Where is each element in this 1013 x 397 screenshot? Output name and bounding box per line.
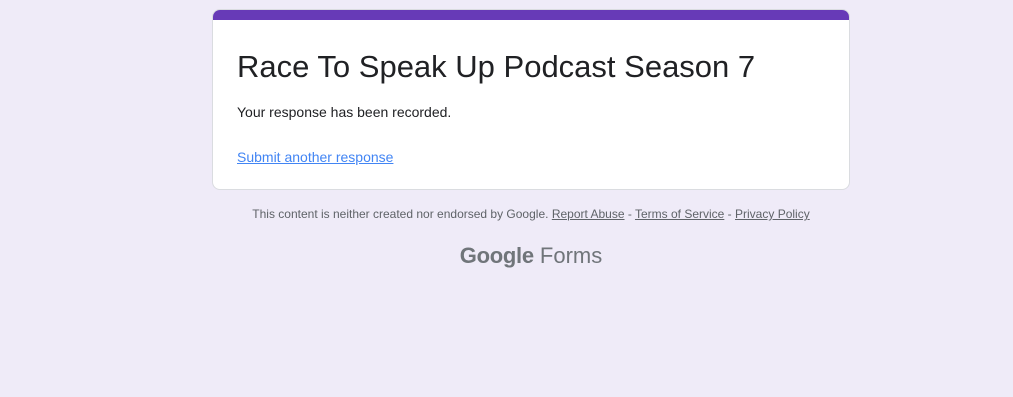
- form-card: Race To Speak Up Podcast Season 7 Your r…: [212, 9, 850, 190]
- terms-of-service-link[interactable]: Terms of Service: [635, 207, 724, 221]
- forms-wordmark: Forms: [539, 243, 603, 268]
- confirmation-message: Your response has been recorded.: [237, 104, 452, 120]
- form-title: Race To Speak Up Podcast Season 7: [237, 49, 756, 84]
- google-wordmark: Google: [459, 243, 534, 268]
- footer-separator: -: [624, 207, 635, 221]
- google-forms-logo[interactable]: Google Forms: [212, 241, 850, 271]
- report-abuse-link[interactable]: Report Abuse: [552, 207, 625, 221]
- footer-disclaimer: This content is neither created nor endo…: [212, 206, 850, 222]
- disclaimer-text: This content is neither created nor endo…: [252, 207, 549, 221]
- submit-another-response-link[interactable]: Submit another response: [237, 147, 393, 167]
- page: Race To Speak Up Podcast Season 7 Your r…: [0, 0, 1013, 397]
- privacy-policy-link[interactable]: Privacy Policy: [735, 207, 810, 221]
- footer-separator: -: [724, 207, 736, 221]
- card-accent-bar: [213, 10, 849, 20]
